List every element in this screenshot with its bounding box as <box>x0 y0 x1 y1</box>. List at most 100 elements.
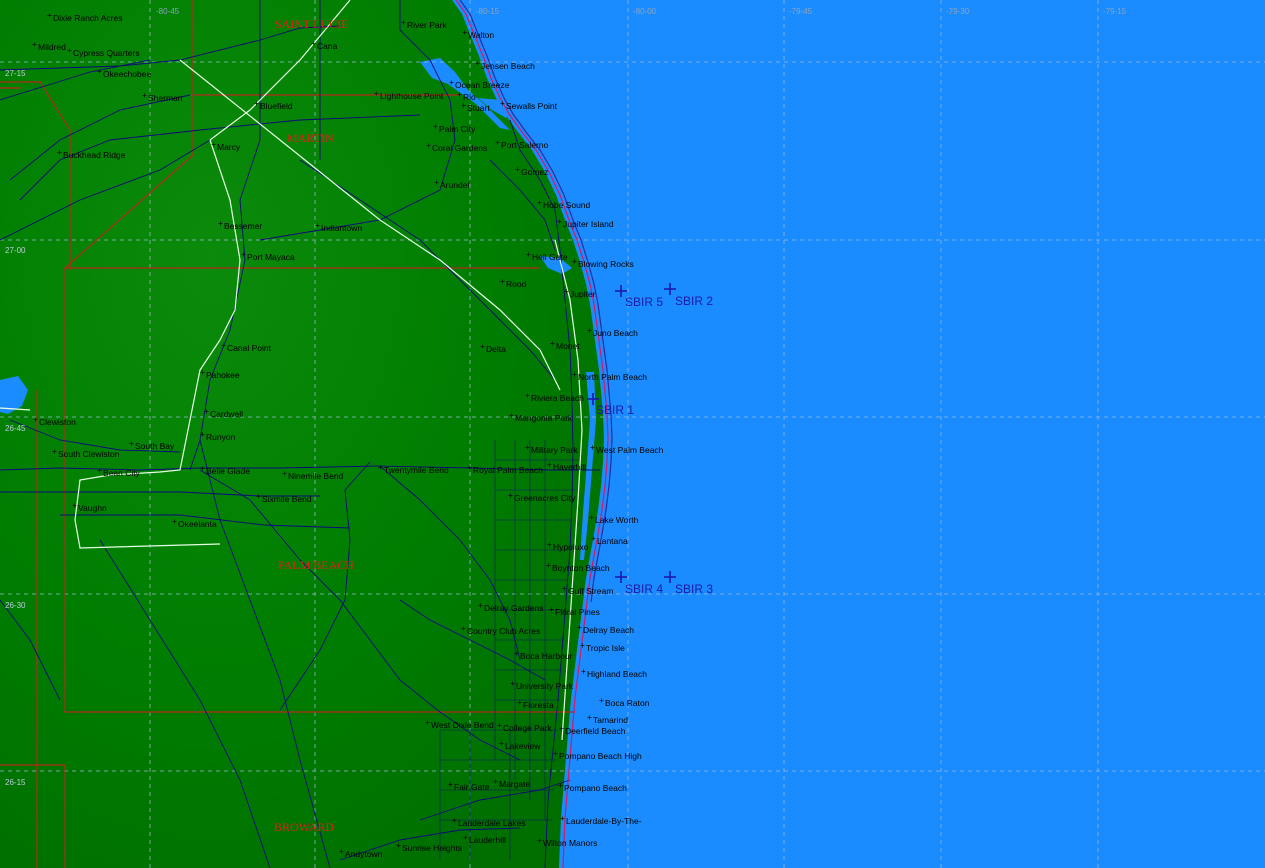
place-tick-icon: + <box>200 463 205 473</box>
place-tick-icon: + <box>211 139 216 149</box>
place-tick-icon: + <box>339 846 344 856</box>
place-tick-icon: + <box>378 462 383 472</box>
place-tick-icon: + <box>67 45 72 55</box>
place-label: Mildred <box>38 42 66 52</box>
county-label-martin: MARTIN <box>287 131 334 145</box>
place-label: Bessemer <box>224 221 262 231</box>
place-label: University Park <box>516 681 574 691</box>
place-tick-icon: + <box>256 491 261 501</box>
place-tick-icon: + <box>509 410 514 420</box>
place-label: Country Club Acres <box>467 626 540 636</box>
place-label: Highland Beach <box>587 669 647 679</box>
place-tick-icon: + <box>549 604 554 614</box>
place-tick-icon: + <box>537 197 542 207</box>
place-tick-icon: + <box>457 89 462 99</box>
place-tick-icon: + <box>497 720 502 730</box>
map-canvas[interactable]: Dixie Ranch Acres + Mildred + Cypress Quarte… <box>0 0 1265 868</box>
place-label: Jensen Beach <box>481 61 535 71</box>
place-tick-icon: + <box>557 216 562 226</box>
place-label: Belle Glade <box>206 466 250 476</box>
place-tick-icon: + <box>200 367 205 377</box>
place-label: Cypress Quarters <box>73 48 140 58</box>
place-tick-icon: + <box>478 600 483 610</box>
place-tick-icon: + <box>572 369 577 379</box>
lat-label: 26-15 <box>5 778 26 787</box>
place-tick-icon: + <box>221 340 226 350</box>
place-label: Boynton Beach <box>552 563 610 573</box>
place-tick-icon: + <box>517 697 522 707</box>
place-label: Ocean Breeze <box>455 80 510 90</box>
place-tick-icon: + <box>559 723 564 733</box>
place-tick-icon: + <box>433 121 438 131</box>
place-tick-icon: + <box>241 249 246 259</box>
place-tick-icon: + <box>311 38 316 48</box>
place-tick-icon: + <box>57 147 62 157</box>
place-label: Arundel <box>440 180 469 190</box>
place-tick-icon: + <box>282 468 287 478</box>
place-label: Port Salerno <box>501 140 549 150</box>
place-label: Delray Gardens <box>484 603 544 613</box>
place-label: Buckhead Ridge <box>63 150 126 160</box>
place-tick-icon: + <box>32 39 37 49</box>
place-label: Hobe Sound <box>543 200 591 210</box>
place-label: Sewalls Point <box>506 101 558 111</box>
place-label: Lantana <box>597 536 628 546</box>
place-tick-icon: + <box>493 776 498 786</box>
place-label: South Bay <box>135 441 175 451</box>
place-tick-icon: + <box>500 276 505 286</box>
place-label: Vaughn <box>78 503 107 513</box>
place-tick-icon: + <box>560 813 565 823</box>
place-label: Boca Harbour <box>520 651 573 661</box>
place-label: Palm City <box>439 124 476 134</box>
lon-label: -79-30 <box>946 7 970 16</box>
place-label: Port Mayaca <box>247 252 295 262</box>
place-tick-icon: + <box>550 338 555 348</box>
place-label: West Dixie Bend <box>431 720 494 730</box>
place-label: Pompano Beach High <box>559 751 642 761</box>
place-tick-icon: + <box>47 10 52 20</box>
marker-label: SBIR 5 <box>625 295 663 309</box>
lon-label: -80-15 <box>476 7 500 16</box>
place-tick-icon: + <box>463 832 468 842</box>
place-label: Mangonia Park <box>515 413 573 423</box>
place-label: Riviera Beach <box>531 393 584 403</box>
place-tick-icon: + <box>425 717 430 727</box>
place-tick-icon: + <box>461 623 466 633</box>
place-label: Lauderdale Lakes <box>458 818 526 828</box>
place-tick-icon: + <box>218 218 223 228</box>
place-label: Gomez <box>521 167 548 177</box>
place-tick-icon: + <box>401 17 406 27</box>
place-label: Bluefield <box>260 101 293 111</box>
place-label: Hypoluxo <box>553 542 589 552</box>
place-tick-icon: + <box>97 66 102 76</box>
place-tick-icon: + <box>374 88 379 98</box>
place-label: Andytown <box>345 849 383 859</box>
place-label: Twentymile Bend <box>384 465 449 475</box>
place-label: Fair Gate <box>454 782 490 792</box>
lon-label: -79-45 <box>789 7 813 16</box>
place-label: Ninemile Bend <box>288 471 344 481</box>
place-tick-icon: + <box>547 539 552 549</box>
place-label: Lauderhill <box>469 835 506 845</box>
place-label: Lake Worth <box>595 515 639 525</box>
place-tick-icon: + <box>461 100 466 110</box>
place-tick-icon: + <box>553 748 558 758</box>
place-tick-icon: + <box>587 712 592 722</box>
place-tick-icon: + <box>434 177 439 187</box>
place-label: Cana <box>317 41 338 51</box>
place-label: Canal Point <box>227 343 272 353</box>
place-tick-icon: + <box>97 465 102 475</box>
place-tick-icon: + <box>452 815 457 825</box>
place-label: Delray Beach <box>583 625 634 635</box>
place-tick-icon: + <box>254 98 259 108</box>
place-label: Clewiston <box>39 417 76 427</box>
place-label: College Park <box>503 723 552 733</box>
place-label: Wilton Manors <box>543 838 597 848</box>
place-tick-icon: + <box>72 500 77 510</box>
place-tick-icon: + <box>525 390 530 400</box>
place-label: Jupiter <box>570 289 596 299</box>
place-tick-icon: + <box>396 840 401 850</box>
place-tick-icon: + <box>33 414 38 424</box>
place-label: West Palm Beach <box>596 445 664 455</box>
place-tick-icon: + <box>564 286 569 296</box>
